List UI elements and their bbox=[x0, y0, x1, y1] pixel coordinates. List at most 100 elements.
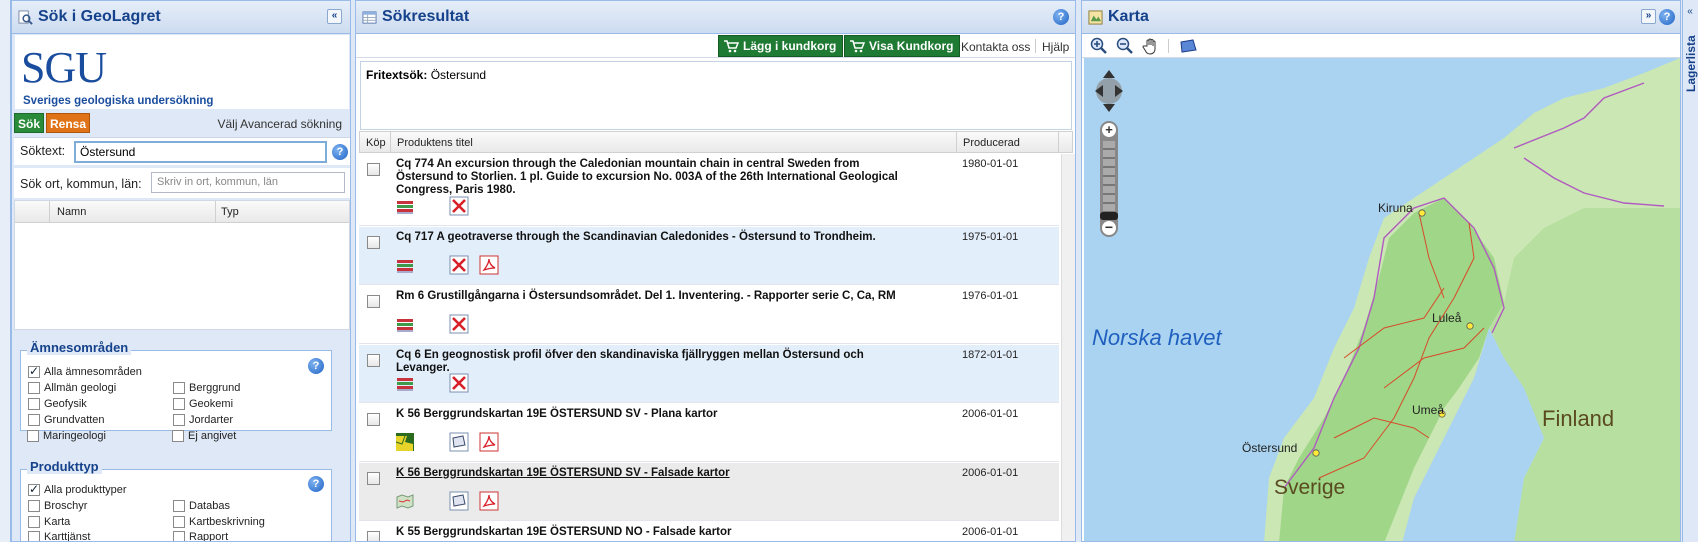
no-map-icon[interactable] bbox=[449, 255, 469, 275]
result-row[interactable]: Rm 6 Grustillgångarna i Östersundsområde… bbox=[359, 286, 1059, 344]
result-title[interactable]: K 56 Berggrundskartan 19E ÖSTERSUND SV -… bbox=[396, 467, 916, 480]
result-title[interactable]: Cq 6 En geognostisk profil öfver den ska… bbox=[396, 349, 916, 375]
zoom-in-knob[interactable]: + bbox=[1102, 123, 1116, 137]
subjects-help-icon[interactable]: ? bbox=[308, 358, 324, 374]
clear-button[interactable]: Rensa bbox=[46, 113, 90, 133]
layer-list-label[interactable]: Lagerlista bbox=[1684, 35, 1698, 92]
layer-list-tab[interactable]: « Lagerlista bbox=[1682, 0, 1698, 542]
no-map-icon[interactable] bbox=[449, 373, 469, 393]
search-panel-title: Sök i GeoLagret bbox=[38, 8, 161, 25]
subject-checkbox[interactable]: Geokemi bbox=[173, 398, 233, 410]
product-checkbox[interactable]: Karttjänst bbox=[28, 531, 90, 541]
result-row[interactable]: Cq 717 A geotraverse through the Scandin… bbox=[359, 227, 1059, 285]
result-title[interactable]: Cq 774 An excursion through the Caledoni… bbox=[396, 158, 916, 197]
pan-hand-icon[interactable] bbox=[1142, 37, 1160, 55]
subjects-legend: Ämnesområden bbox=[27, 340, 132, 355]
buy-checkbox[interactable] bbox=[367, 531, 380, 541]
subject-checkbox[interactable]: Geofysik bbox=[28, 398, 87, 410]
zoom-out-icon[interactable] bbox=[1116, 37, 1134, 55]
map-sheet-icon[interactable] bbox=[395, 432, 415, 452]
advanced-search-link[interactable]: Välj Avancerad sökning bbox=[217, 117, 342, 131]
buy-checkbox[interactable] bbox=[367, 295, 380, 308]
subject-checkbox[interactable]: Ej angivet bbox=[172, 430, 236, 442]
place-search-label: Sök ort, kommun, län: bbox=[20, 177, 142, 191]
buy-checkbox[interactable] bbox=[367, 413, 380, 426]
expand-right-icon[interactable]: » bbox=[1641, 9, 1656, 24]
subject-checkbox[interactable]: Allmän geologi bbox=[28, 382, 116, 394]
search-input[interactable]: Östersund bbox=[74, 141, 327, 163]
result-row[interactable]: K 55 Berggrundskartan 19E ÖSTERSUND NO -… bbox=[359, 522, 1059, 541]
result-title[interactable]: K 55 Berggrundskartan 19E ÖSTERSUND NO -… bbox=[396, 526, 916, 539]
show-cart-button[interactable]: Visa Kundkorg bbox=[844, 35, 961, 57]
map-label-sweden: Sverige bbox=[1274, 476, 1346, 499]
result-row[interactable]: K 56 Berggrundskartan 19E ÖSTERSUND SV -… bbox=[359, 463, 1059, 521]
add-to-cart-button[interactable]: Lägg i kundkorg bbox=[718, 35, 844, 57]
map-help-icon[interactable]: ? bbox=[1659, 9, 1675, 25]
product-checkbox[interactable]: Databas bbox=[173, 500, 230, 512]
result-row[interactable]: Cq 6 En geognostisk profil öfver den ska… bbox=[359, 345, 1059, 403]
product-all-checkbox[interactable]: Alla produkttyper bbox=[28, 482, 127, 496]
buy-checkbox[interactable] bbox=[367, 472, 380, 485]
zoom-scale[interactable] bbox=[1103, 141, 1115, 217]
pdf-icon[interactable] bbox=[479, 491, 499, 511]
help-link[interactable]: Hjälp bbox=[1042, 40, 1069, 54]
search-panel: Sök i GeoLagret « SGU Sveriges geologisk… bbox=[11, 0, 351, 542]
product-checkbox[interactable]: Karta bbox=[28, 516, 70, 528]
results-scrollbar[interactable] bbox=[1061, 154, 1075, 541]
map-extent-icon[interactable] bbox=[449, 491, 469, 511]
book-icon[interactable] bbox=[395, 314, 415, 334]
contact-link[interactable]: Kontakta oss bbox=[961, 40, 1030, 54]
sgu-logo: SGU Sveriges geologiska undersökning bbox=[15, 35, 349, 109]
book-icon[interactable] bbox=[395, 196, 415, 216]
zoom-out-knob[interactable]: − bbox=[1102, 220, 1116, 235]
result-title[interactable]: Rm 6 Grustillgångarna i Östersundsområde… bbox=[396, 290, 916, 303]
subject-checkbox[interactable]: Grundvatten bbox=[28, 414, 105, 426]
result-row[interactable]: Cq 774 An excursion through the Caledoni… bbox=[359, 154, 1059, 226]
no-map-icon[interactable] bbox=[449, 314, 469, 334]
select-area-icon[interactable] bbox=[1178, 37, 1198, 55]
product-checkbox[interactable]: Rapport bbox=[173, 531, 228, 541]
pdf-icon[interactable] bbox=[479, 432, 499, 452]
zoom-in-icon[interactable] bbox=[1090, 37, 1108, 55]
collapse-left-icon[interactable]: « bbox=[327, 9, 342, 24]
no-map-icon[interactable] bbox=[449, 196, 469, 216]
pan-control[interactable] bbox=[1093, 68, 1125, 114]
subject-all-checkbox[interactable]: Alla ämnesområden bbox=[28, 364, 142, 378]
product-checkbox[interactable]: Kartbeskrivning bbox=[173, 516, 265, 528]
place-search-input[interactable]: Skriv in ort, kommun, län bbox=[151, 172, 345, 193]
search-button[interactable]: Sök bbox=[14, 113, 44, 133]
buy-checkbox[interactable] bbox=[367, 163, 380, 176]
col-produced[interactable]: Producerad bbox=[963, 137, 1020, 149]
folded-map-icon[interactable] bbox=[395, 491, 415, 511]
subject-checkbox[interactable]: Maringeologi bbox=[27, 430, 106, 442]
product-type-help-icon[interactable]: ? bbox=[308, 476, 324, 492]
pdf-icon[interactable] bbox=[479, 255, 499, 275]
col-title[interactable]: Produktens titel bbox=[397, 137, 473, 149]
subject-checkbox[interactable]: Jordarter bbox=[173, 414, 233, 426]
buy-checkbox[interactable] bbox=[367, 236, 380, 249]
book-icon[interactable] bbox=[395, 255, 415, 275]
map-label-lulea: Luleå bbox=[1432, 311, 1462, 325]
freetext-value: Östersund bbox=[430, 68, 487, 82]
search-help-icon[interactable]: ? bbox=[332, 144, 348, 160]
zoom-slider[interactable]: + − bbox=[1100, 121, 1118, 237]
map-canvas[interactable]: + − Norska havet Finland Sverige Kiruna … bbox=[1084, 58, 1680, 541]
result-title[interactable]: Cq 717 A geotraverse through the Scandin… bbox=[396, 231, 916, 244]
book-icon[interactable] bbox=[395, 373, 415, 393]
expand-layer-list-icon[interactable]: « bbox=[1683, 6, 1697, 20]
results-help-icon[interactable]: ? bbox=[1053, 9, 1069, 25]
result-row[interactable]: K 56 Berggrundskartan 19E ÖSTERSUND SV -… bbox=[359, 404, 1059, 462]
magnifier-page-icon bbox=[18, 9, 33, 25]
grid-col-type[interactable]: Typ bbox=[221, 206, 239, 218]
left-edge-strip bbox=[0, 0, 11, 542]
subject-checkbox[interactable]: Berggrund bbox=[173, 382, 240, 394]
buy-checkbox[interactable] bbox=[367, 354, 380, 367]
grid-col-name[interactable]: Namn bbox=[57, 206, 86, 218]
product-type-legend: Produkttyp bbox=[27, 459, 102, 474]
place-results-grid: Namn Typ bbox=[14, 200, 350, 330]
col-buy[interactable]: Köp bbox=[366, 137, 386, 149]
place-search-row: Sök ort, kommun, län: Skriv in ort, komm… bbox=[14, 168, 350, 198]
result-title[interactable]: K 56 Berggrundskartan 19E ÖSTERSUND SV -… bbox=[396, 408, 916, 421]
product-checkbox[interactable]: Broschyr bbox=[28, 500, 87, 512]
map-extent-icon[interactable] bbox=[449, 432, 469, 452]
